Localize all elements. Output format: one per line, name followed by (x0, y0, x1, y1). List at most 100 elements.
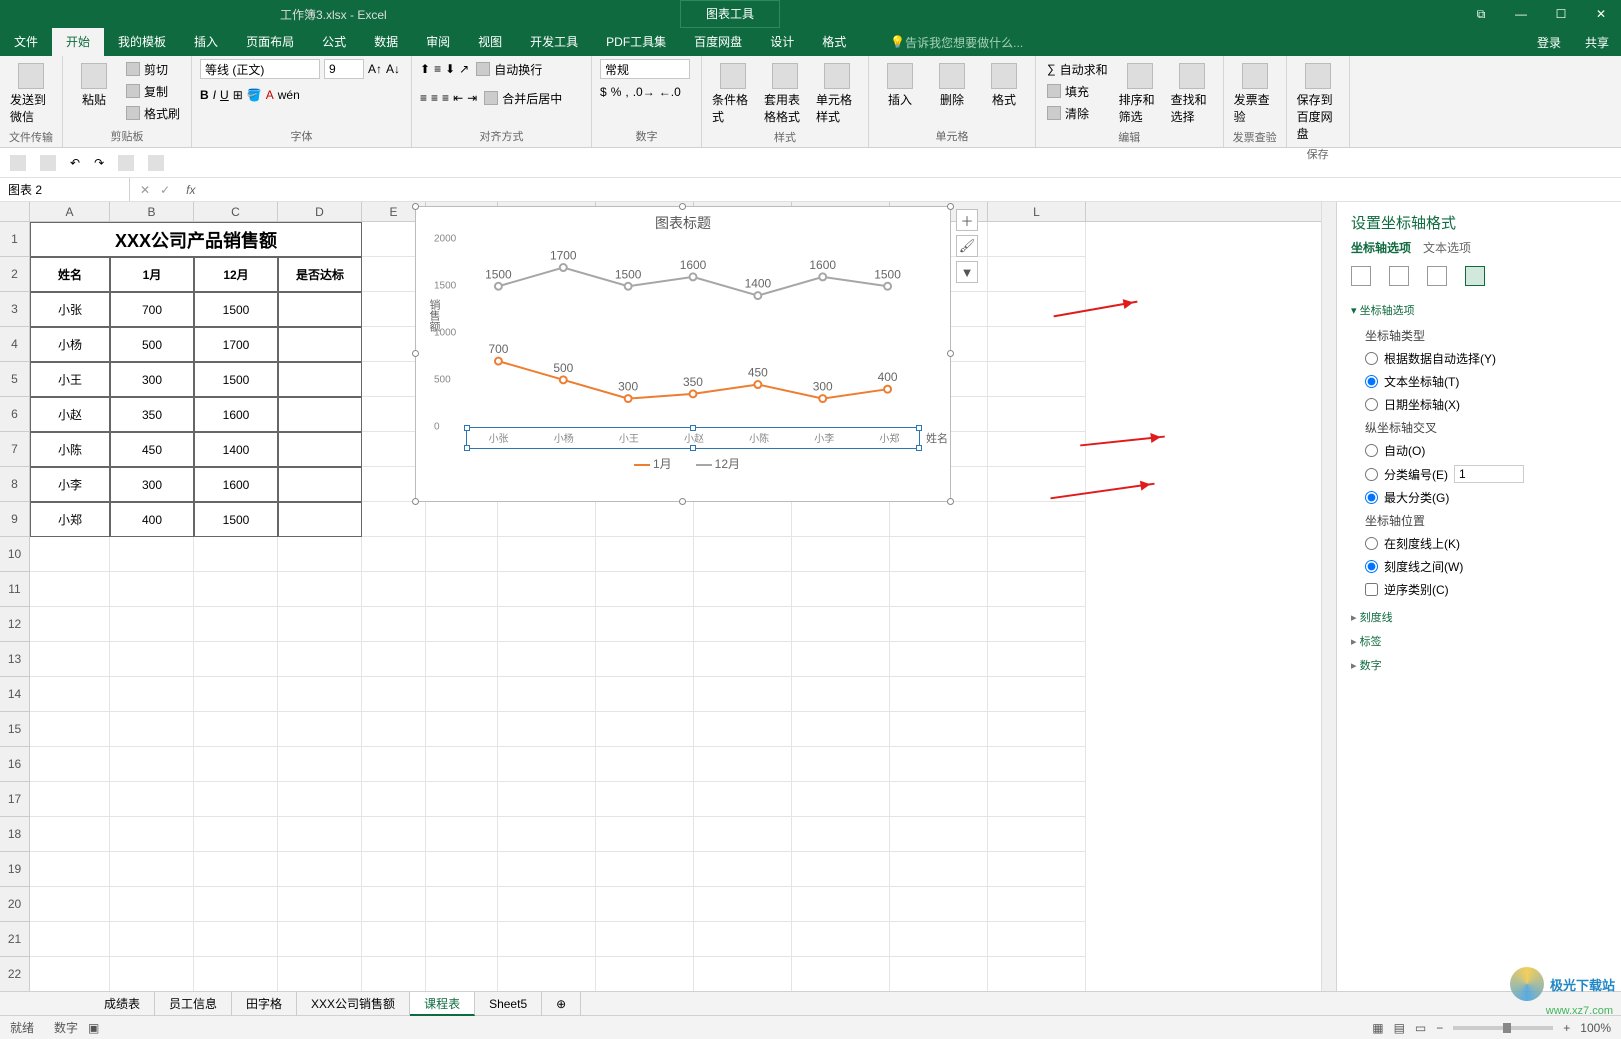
ribbon-tab-3[interactable]: 插入 (180, 28, 232, 56)
merge-center-button[interactable]: 合并后居中 (481, 88, 565, 108)
insert-cells-button[interactable]: 插入 (877, 59, 923, 112)
cell[interactable]: 1700 (194, 327, 278, 362)
cell[interactable] (596, 747, 694, 782)
radio-vcross-maxcat[interactable]: 最大分类(G) (1351, 486, 1607, 509)
cell[interactable] (194, 607, 278, 642)
cell[interactable] (194, 747, 278, 782)
cell[interactable] (498, 537, 596, 572)
row-header[interactable]: 16 (0, 747, 30, 782)
new-sheet-button[interactable]: ⊕ (542, 992, 581, 1016)
minimize-icon[interactable]: — (1501, 0, 1541, 28)
cell[interactable] (362, 712, 426, 747)
cell[interactable] (792, 677, 890, 712)
cell[interactable]: 1500 (194, 502, 278, 537)
cell[interactable] (278, 432, 362, 467)
cell[interactable] (988, 712, 1086, 747)
cell[interactable] (792, 817, 890, 852)
delete-cells-button[interactable]: 删除 (929, 59, 975, 112)
qat-icon-2[interactable] (148, 155, 164, 171)
cell[interactable] (278, 817, 362, 852)
row-header[interactable]: 19 (0, 852, 30, 887)
cell[interactable] (694, 642, 792, 677)
cell[interactable] (278, 607, 362, 642)
cell[interactable] (278, 397, 362, 432)
indent-inc-icon[interactable]: ⇥ (467, 91, 477, 105)
cell[interactable] (426, 852, 498, 887)
cell[interactable] (194, 782, 278, 817)
cell[interactable] (596, 607, 694, 642)
cell[interactable] (110, 782, 194, 817)
cell[interactable] (596, 922, 694, 957)
align-right-icon[interactable]: ≡ (442, 91, 449, 105)
sheet-tab[interactable]: 田字格 (232, 992, 297, 1016)
cell[interactable] (30, 537, 110, 572)
cell[interactable]: 小张 (30, 292, 110, 327)
cell[interactable] (194, 712, 278, 747)
zoom-out-icon[interactable]: − (1436, 1021, 1443, 1035)
cell[interactable] (694, 502, 792, 537)
cell[interactable] (30, 642, 110, 677)
copy-button[interactable]: 复制 (123, 81, 183, 101)
section-number[interactable]: 数字 (1351, 657, 1607, 673)
ribbon-tab-0[interactable]: 文件 (0, 28, 52, 56)
undo-icon[interactable]: ↶ (70, 156, 80, 170)
cell[interactable] (792, 922, 890, 957)
cell[interactable] (426, 502, 498, 537)
cell[interactable]: XXX公司产品销售额 (30, 222, 362, 257)
find-select-button[interactable]: 查找和选择 (1169, 59, 1215, 129)
dec-decimal-icon[interactable]: ←.0 (659, 85, 681, 99)
cell[interactable] (498, 572, 596, 607)
confirm-formula-icon[interactable]: ✓ (160, 183, 170, 197)
cell[interactable] (596, 712, 694, 747)
sort-filter-button[interactable]: 排序和筛选 (1117, 59, 1163, 129)
cell[interactable] (988, 222, 1086, 257)
cell[interactable] (278, 327, 362, 362)
cell[interactable] (498, 642, 596, 677)
cell[interactable]: 小王 (30, 362, 110, 397)
cell[interactable] (792, 642, 890, 677)
row-header[interactable]: 4 (0, 327, 30, 362)
cell[interactable] (426, 712, 498, 747)
ribbon-tab-13[interactable]: 格式 (808, 28, 860, 56)
cell[interactable] (988, 327, 1086, 362)
zoom-level[interactable]: 100% (1580, 1021, 1611, 1035)
ribbon-tab-12[interactable]: 设计 (756, 28, 808, 56)
clear-button[interactable]: 清除 (1044, 103, 1111, 123)
cell[interactable] (362, 642, 426, 677)
cell[interactable] (792, 502, 890, 537)
pane-tab-text-options[interactable]: 文本选项 (1423, 239, 1471, 256)
cell[interactable] (694, 537, 792, 572)
row-header[interactable]: 22 (0, 957, 30, 991)
chart-elements-button[interactable]: ＋ (956, 209, 978, 231)
cell[interactable] (362, 537, 426, 572)
fill-button[interactable]: 填充 (1044, 81, 1111, 101)
chart-plot-area[interactable]: 销售额 姓名 700500300350450300400150017001500… (466, 239, 920, 449)
cell[interactable] (30, 712, 110, 747)
comma-icon[interactable]: , (625, 85, 628, 99)
row-header[interactable]: 2 (0, 257, 30, 292)
cell[interactable] (498, 747, 596, 782)
ribbon-tab-10[interactable]: PDF工具集 (592, 28, 680, 56)
underline-button[interactable]: U (220, 88, 229, 102)
cell[interactable]: 1600 (194, 467, 278, 502)
cell[interactable] (890, 537, 988, 572)
chart-filter-button[interactable]: ▼ (956, 261, 978, 283)
tell-me[interactable]: 💡 告诉我您想要做什么... (890, 34, 1023, 51)
section-axis-options[interactable]: 坐标轴选项 (1351, 302, 1607, 318)
ribbon-tab-1[interactable]: 开始 (52, 28, 104, 56)
col-header[interactable]: B (110, 202, 194, 221)
paste-button[interactable]: 粘贴 (71, 59, 117, 112)
vertical-scrollbar[interactable] (1321, 202, 1336, 991)
increase-font-icon[interactable]: A↑ (368, 62, 382, 76)
cell[interactable] (988, 642, 1086, 677)
ribbon-display-icon[interactable]: ⧉ (1461, 0, 1501, 28)
row-header[interactable]: 10 (0, 537, 30, 572)
cell[interactable] (362, 502, 426, 537)
cell[interactable] (194, 817, 278, 852)
chart-styles-button[interactable]: 🖌 (956, 235, 978, 257)
catno-input[interactable] (1454, 465, 1524, 483)
cell[interactable] (890, 782, 988, 817)
view-page-icon[interactable]: ▤ (1394, 1021, 1405, 1035)
cell[interactable] (694, 747, 792, 782)
cell[interactable] (596, 572, 694, 607)
